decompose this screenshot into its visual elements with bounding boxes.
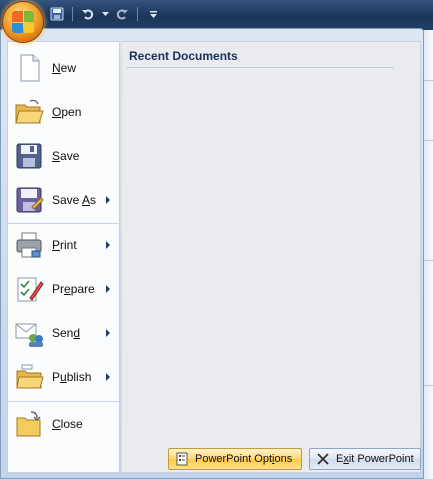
powerpoint-options-button[interactable]: PowerPoint Options — [168, 448, 302, 470]
toolbar-separator — [72, 7, 73, 21]
office-button[interactable] — [3, 2, 43, 42]
menu-item-label: New — [52, 61, 77, 75]
prepare-icon — [14, 274, 44, 304]
submenu-arrow-icon — [106, 373, 110, 381]
menu-item-publish[interactable]: Publish — [8, 355, 119, 399]
menu-item-send[interactable]: Send — [8, 311, 119, 355]
submenu-arrow-icon — [106, 329, 110, 337]
exit-powerpoint-label: Exit PowerPoint — [336, 453, 414, 465]
quick-access-toolbar — [48, 4, 162, 24]
exit-powerpoint-button[interactable]: Exit PowerPoint — [309, 448, 421, 470]
office-menu: New Open Save Save As Print Prepare Send… — [0, 28, 424, 479]
menu-item-label: Close — [52, 417, 83, 431]
recent-documents-title: Recent Documents — [129, 49, 238, 63]
open-folder-icon — [14, 97, 44, 127]
menu-item-label: Open — [52, 105, 82, 119]
dropdown-arrow-icon[interactable] — [101, 5, 109, 23]
office-logo-icon — [12, 11, 34, 33]
submenu-arrow-icon — [106, 196, 110, 204]
menu-item-label: Print — [52, 238, 77, 252]
send-icon — [14, 318, 44, 348]
redo-icon[interactable] — [113, 5, 131, 23]
background-line — [423, 80, 433, 81]
powerpoint-options-label: PowerPoint Options — [195, 453, 293, 465]
background-line — [423, 140, 433, 141]
menu-item-label: Save — [52, 149, 80, 163]
menu-item-label: Publish — [52, 370, 92, 384]
customize-qat-icon[interactable] — [144, 5, 162, 23]
submenu-arrow-icon — [106, 285, 110, 293]
new-document-icon — [14, 53, 44, 83]
menu-item-save-as[interactable]: Save As — [8, 178, 119, 222]
menu-item-new[interactable]: New — [8, 46, 119, 90]
exit-x-icon — [314, 450, 332, 468]
menu-item-print[interactable]: Print — [8, 223, 119, 267]
menu-commands-pane: New Open Save Save As Print Prepare Send… — [7, 41, 120, 473]
menu-item-prepare[interactable]: Prepare — [8, 267, 119, 311]
save-as-icon — [14, 185, 44, 215]
recent-documents-divider — [126, 67, 394, 68]
publish-icon — [14, 362, 44, 392]
printer-icon — [14, 230, 44, 260]
submenu-arrow-icon — [106, 241, 110, 249]
recent-documents-pane: Recent Documents — [121, 41, 421, 473]
menu-item-save[interactable]: Save — [8, 134, 119, 178]
menu-item-open[interactable]: Open — [8, 90, 119, 134]
save-disk-icon — [14, 141, 44, 171]
title-bar — [0, 0, 433, 30]
undo-icon[interactable] — [79, 5, 97, 23]
menu-item-label: Prepare — [52, 282, 95, 296]
menu-item-label: Save As — [52, 193, 97, 207]
background-line — [423, 260, 433, 261]
background-line — [423, 385, 433, 386]
floppy-save-icon[interactable] — [48, 5, 66, 23]
menu-item-close[interactable]: Close — [8, 402, 119, 446]
options-icon — [173, 450, 191, 468]
menu-item-label: Send — [52, 326, 81, 340]
close-folder-icon — [14, 409, 44, 439]
toolbar-separator — [137, 7, 138, 21]
